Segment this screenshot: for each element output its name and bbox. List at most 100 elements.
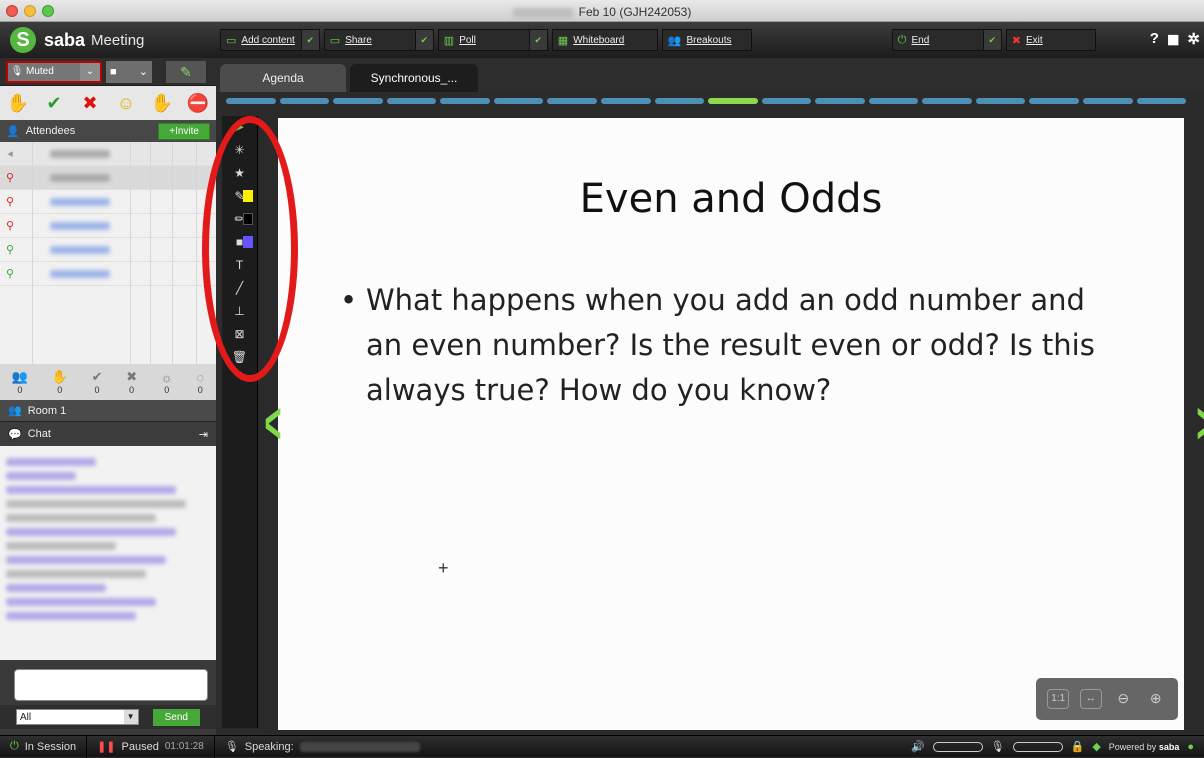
mic-muted-icon: ⚲: [5, 196, 15, 208]
camera-dropdown-icon[interactable]: ⌄: [139, 65, 148, 78]
attendee-list[interactable]: ◂ ⚲ ⚲ ⚲ ⚲ ⚲: [0, 142, 216, 364]
audio-controls: 🔊 🎙 🔒 ◆ Powered by saba ●: [911, 740, 1204, 754]
zoom-out-icon[interactable]: ⊖: [1112, 689, 1134, 709]
pause-icon: ❚❚: [97, 741, 116, 753]
end-button[interactable]: ⏻ End ✔: [891, 29, 1002, 51]
save-icon[interactable]: ◼: [1167, 30, 1179, 48]
breakouts-button[interactable]: 👥 Breakouts: [661, 29, 752, 51]
mic-volume-slider[interactable]: [1012, 741, 1063, 752]
monitor-icon: ▭: [329, 34, 341, 47]
window-titlebar: Feb 10 (GJH242053): [0, 0, 1204, 22]
end-dropdown-icon[interactable]: ✔: [982, 30, 1001, 50]
gear-icon[interactable]: ✲: [1187, 30, 1200, 48]
chat-recipient-value: All: [20, 711, 32, 723]
chat-message-redacted: [6, 612, 136, 620]
invite-button[interactable]: +Invite: [158, 122, 210, 140]
progress-segment[interactable]: [654, 98, 705, 104]
progress-segment[interactable]: [1136, 98, 1187, 104]
popout-icon[interactable]: ⇥: [199, 428, 208, 441]
previous-slide-icon[interactable]: <: [264, 390, 281, 457]
progress-segment[interactable]: [761, 98, 812, 104]
applause-icon: ☼: [160, 369, 173, 385]
tab-agenda[interactable]: Agenda: [220, 64, 346, 92]
progress-segment[interactable]: [386, 98, 437, 104]
progress-segment-current[interactable]: [708, 98, 758, 104]
progress-segment[interactable]: [1029, 98, 1079, 104]
mic-active-icon: ⚲: [5, 244, 15, 256]
share-button[interactable]: ▭ Share ✔: [323, 29, 434, 51]
mute-dropdown-icon[interactable]: ⌄: [80, 62, 100, 81]
cross-disagree-icon[interactable]: ✖: [76, 93, 104, 114]
camera-button[interactable]: ■ ⌄: [106, 60, 152, 83]
mute-toggle-button[interactable]: 🎙 Muted ⌄: [6, 60, 102, 83]
progress-segment[interactable]: [440, 98, 490, 104]
mic-volume-icon: 🎙: [990, 741, 1005, 753]
poll-dropdown-icon[interactable]: ✔: [528, 30, 547, 50]
slide-title: Even and Odds: [579, 176, 883, 222]
progress-segment[interactable]: [333, 98, 383, 104]
slide-area: Even and Odds • What happens when you ad…: [258, 110, 1204, 735]
progress-segment[interactable]: [547, 98, 597, 104]
status-count-away: ◌ 0: [196, 369, 205, 395]
camera-icon: ■: [110, 65, 117, 78]
hand-icon: ✋: [51, 369, 68, 384]
next-slide-icon[interactable]: >: [1197, 390, 1204, 457]
progress-segment[interactable]: [868, 98, 919, 104]
add-content-button[interactable]: ▭ Add content ✔: [220, 29, 320, 51]
step-away-icon[interactable]: ⛔: [184, 93, 212, 114]
progress-segment[interactable]: [493, 98, 544, 104]
actual-size-button[interactable]: 1:1: [1047, 689, 1070, 709]
exit-button[interactable]: ✖ Exit: [1005, 29, 1096, 51]
pen-icon: ✎: [180, 63, 192, 80]
raise-hand-icon[interactable]: ✋: [4, 93, 32, 114]
emoticon-bar: ✋ ✔ ✖ ☺ ✋ ⛔: [0, 86, 216, 120]
progress-segment[interactable]: [600, 98, 651, 104]
chat-message-redacted: [6, 584, 106, 592]
speaker-icon: ◂: [7, 148, 13, 160]
col-divider: [196, 142, 197, 364]
smiley-icon[interactable]: ☺: [112, 93, 140, 114]
room-bar[interactable]: 👥 Room 1: [0, 400, 216, 422]
chat-message-redacted: [6, 598, 156, 606]
lock-icon: 🔒: [1070, 741, 1085, 753]
applause-icon[interactable]: ✋: [148, 93, 176, 114]
help-icons: ? ◼ ✲: [1150, 30, 1200, 48]
chat-message-redacted: [6, 570, 146, 578]
col-divider: [172, 142, 173, 364]
zoom-in-icon[interactable]: ⊕: [1145, 689, 1167, 709]
progress-segment[interactable]: [279, 98, 330, 104]
tab-synchronous[interactable]: Synchronous_...: [350, 64, 478, 92]
chat-input[interactable]: [14, 669, 208, 701]
exit-x-icon: ✖: [1011, 34, 1021, 47]
progress-segment[interactable]: [975, 98, 1026, 104]
powered-by: Powered by saba: [1108, 741, 1180, 752]
chat-recipient-select[interactable]: All ▼: [16, 709, 139, 725]
poll-button[interactable]: ▥ Poll ✔: [437, 29, 548, 51]
progress-segment[interactable]: [922, 98, 972, 104]
chat-header: 💬 Chat ⇥: [0, 422, 216, 446]
room-label: Room 1: [27, 404, 67, 417]
fit-width-button[interactable]: ↔: [1079, 689, 1102, 709]
logo-bar: S saba Meeting: [0, 22, 216, 58]
status-count-hand: ✋ 0: [51, 369, 68, 395]
help-icon[interactable]: ?: [1150, 30, 1159, 48]
slide-progress-bar[interactable]: [226, 98, 1187, 104]
progress-segment[interactable]: [1083, 98, 1133, 104]
send-button[interactable]: Send: [152, 708, 200, 726]
connection-icon: ◆: [1092, 741, 1101, 753]
recording-status[interactable]: ❚❚ Paused 01:01:28: [87, 735, 215, 758]
chat-message-redacted: [6, 486, 176, 494]
window-title-text: Feb 10 (GJH242053): [578, 5, 692, 19]
progress-segment[interactable]: [226, 98, 276, 104]
speaker-volume-slider[interactable]: [932, 741, 983, 752]
zoom-controls: 1:1 ↔ ⊖ ⊕: [1036, 678, 1178, 720]
share-dropdown-icon[interactable]: ✔: [414, 30, 433, 50]
whiteboard-button[interactable]: ▦ Whiteboard: [551, 29, 658, 51]
add-content-dropdown-icon[interactable]: ✔: [300, 30, 319, 50]
pen-tool-button[interactable]: ✎: [166, 60, 206, 83]
progress-segment[interactable]: [815, 98, 865, 104]
logo-product: Meeting: [91, 31, 145, 49]
slide-canvas[interactable]: Even and Odds • What happens when you ad…: [278, 118, 1184, 730]
check-agree-icon[interactable]: ✔: [40, 93, 68, 114]
window-title: Feb 10 (GJH242053): [0, 5, 1204, 19]
